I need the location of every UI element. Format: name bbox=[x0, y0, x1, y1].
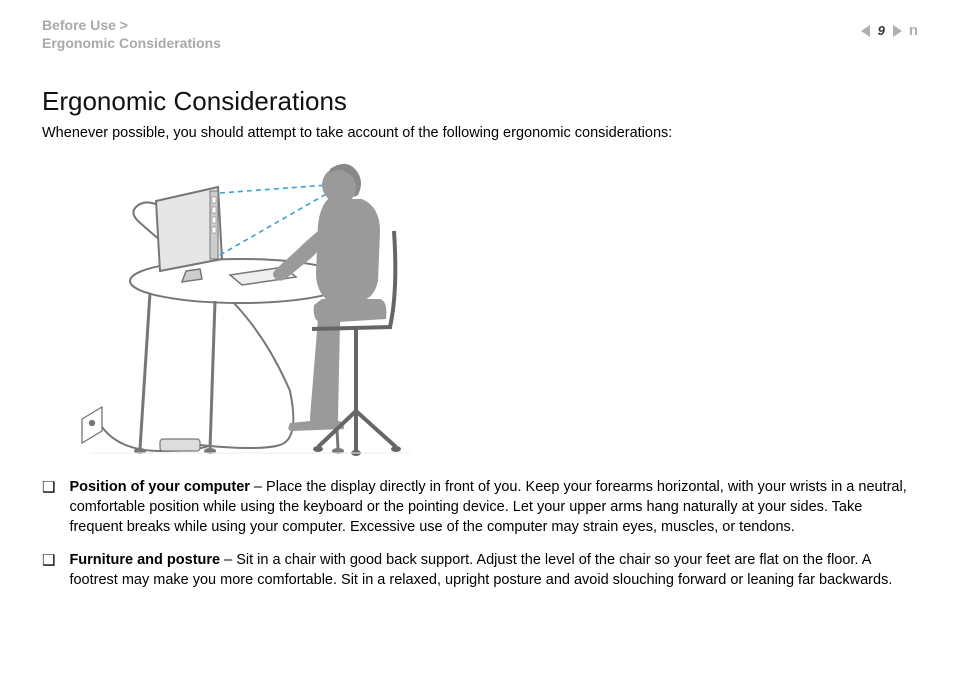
breadcrumb: Before Use > Ergonomic Considerations bbox=[42, 16, 221, 52]
manual-page: Before Use > Ergonomic Considerations 9 … bbox=[0, 0, 954, 674]
posture-diagram-svg bbox=[60, 151, 440, 461]
bullet-text: Position of your computer – Place the di… bbox=[69, 478, 918, 537]
bullet-list: ❑ Position of your computer – Place the … bbox=[42, 478, 918, 590]
n-label: n bbox=[909, 22, 918, 39]
breadcrumb-line-2: Ergonomic Considerations bbox=[42, 34, 221, 52]
page-number: 9 bbox=[876, 23, 887, 38]
page-navigator: 9 n bbox=[861, 22, 918, 39]
prev-page-icon[interactable] bbox=[861, 25, 870, 37]
list-item: ❑ Position of your computer – Place the … bbox=[42, 478, 918, 537]
page-header: Before Use > Ergonomic Considerations 9 … bbox=[42, 16, 918, 52]
bullet-marker: ❑ bbox=[42, 551, 55, 590]
bullet-marker: ❑ bbox=[42, 478, 55, 537]
list-item: ❑ Furniture and posture – Sit in a chair… bbox=[42, 551, 918, 590]
bullet-heading: Position of your computer bbox=[69, 479, 249, 495]
ergonomic-illustration bbox=[60, 151, 918, 466]
next-page-icon[interactable] bbox=[893, 25, 902, 37]
bullet-text: Furniture and posture – Sit in a chair w… bbox=[69, 551, 918, 590]
intro-paragraph: Whenever possible, you should attempt to… bbox=[42, 125, 918, 141]
breadcrumb-line-1: Before Use > bbox=[42, 16, 221, 34]
page-title: Ergonomic Considerations bbox=[42, 86, 918, 117]
bullet-heading: Furniture and posture bbox=[69, 552, 220, 568]
